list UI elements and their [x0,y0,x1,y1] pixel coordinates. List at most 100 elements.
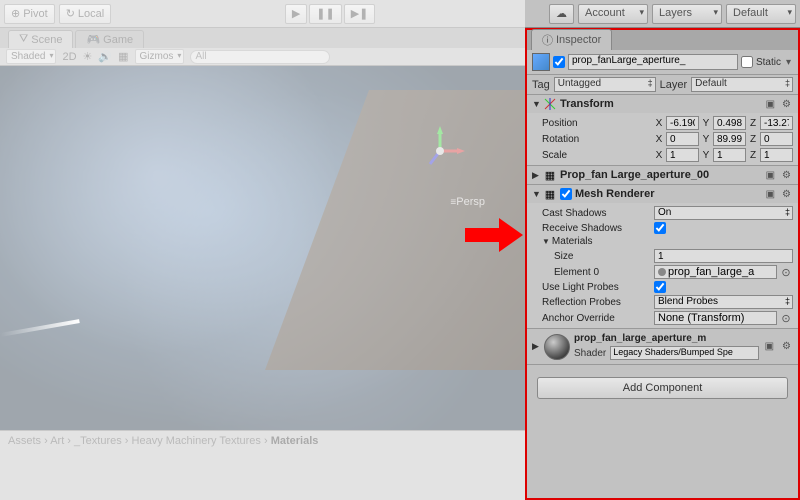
transform-title: Transform [560,98,761,110]
shader-dropdown[interactable]: Legacy Shaders/Bumped Spe [610,346,758,360]
material-sphere-icon [544,334,570,360]
tag-dropdown[interactable]: Untagged [554,77,656,92]
tab-inspector[interactable]: ⓘInspector [531,29,612,50]
audio-icon[interactable]: 🔊 [98,50,112,63]
gear-icon[interactable]: ⚙ [780,170,793,181]
gizmos-dropdown[interactable]: Gizmos [135,49,185,64]
mesh-renderer-component: ▼ ▦ Mesh Renderer ▣ ⚙ Cast Shadows On Re… [527,185,798,329]
inspector-panel: ⓘInspector prop_fanLarge_aperture_ Stati… [525,28,800,500]
transform-icon [543,97,557,111]
layer-dropdown[interactable]: Default [691,77,793,92]
mesh-renderer-title: Mesh Renderer [575,188,761,200]
active-checkbox[interactable] [553,56,565,68]
info-icon: ⓘ [542,32,553,48]
scene-icon: ⛛ [19,33,28,46]
play-controls: ▶ ❚❚ ▶❚ [285,4,376,24]
pivot-button[interactable]: ⊕Pivot [4,4,55,24]
position-y-field[interactable] [713,116,746,130]
rotation-x-field[interactable] [666,132,699,146]
cloud-button[interactable]: ☁ [549,4,574,24]
layout-dropdown[interactable]: Default [726,4,796,24]
rotation-z-field[interactable] [760,132,793,146]
tab-scene[interactable]: ⛛Scene [8,30,73,48]
scale-z-field[interactable] [760,148,793,162]
step-button[interactable]: ▶❚ [344,4,376,24]
help-icon[interactable]: ▣ [764,99,777,110]
gear-icon[interactable]: ⚙ [780,341,793,352]
materials-size-field[interactable] [654,249,793,263]
game-icon: 🎮 [86,33,100,46]
position-label: Position [532,118,652,129]
renderer-icon: ▦ [543,187,557,201]
element0-label: Element 0 [532,267,652,278]
local-button[interactable]: ↻Local [59,4,112,24]
position-z-field[interactable] [760,116,793,130]
pause-button[interactable]: ❚❚ [309,4,341,24]
reflection-probes-label: Reflection Probes [532,297,652,308]
material-preview-section: ▶ prop_fan_large_aperture_m Shader Legac… [527,329,798,365]
object-name-field[interactable]: prop_fanLarge_aperture_ [568,54,738,70]
gear-icon[interactable]: ⚙ [780,189,793,200]
gear-icon[interactable]: ⚙ [780,99,793,110]
light-probes-label: Use Light Probes [532,282,652,293]
persp-label: ≡Persp [450,196,485,208]
anchor-override-field[interactable]: None (Transform) [654,311,777,325]
mesh-filter-component: ▶ ▦ Prop_fan Large_aperture_00 ▣ ⚙ [527,166,798,185]
mode-2d-toggle[interactable]: 2D [62,51,76,63]
layers-dropdown[interactable]: Layers [652,4,722,24]
materials-size-label: Size [532,251,652,262]
light-icon[interactable]: ☀ [83,50,93,63]
static-label: Static [756,57,781,68]
help-icon[interactable]: ▣ [764,189,777,200]
reflection-probes-dropdown[interactable]: Blend Probes [654,295,793,309]
anchor-override-label: Anchor Override [532,313,652,324]
element0-field[interactable]: prop_fan_large_a [654,265,777,279]
receive-shadows-checkbox[interactable] [654,222,666,234]
rotation-label: Rotation [532,134,652,145]
rotation-y-field[interactable] [713,132,746,146]
gameobject-icon[interactable] [532,53,550,71]
play-button[interactable]: ▶ [285,4,307,24]
scene-column: ⛛Scene 🎮Game Shaded 2D ☀ 🔊 ▦ Gizmos ≡Per… [0,28,525,500]
material-icon [658,268,666,276]
mesh-filter-title: Prop_fan Large_aperture_00 [560,169,761,181]
light-probes-checkbox[interactable] [654,281,666,293]
scale-y-field[interactable] [713,148,746,162]
scene-viewport[interactable]: ≡Persp [0,66,525,430]
object-header: prop_fanLarge_aperture_ Static ▾ [527,50,798,75]
scale-x-field[interactable] [666,148,699,162]
foldout-icon[interactable]: ▼ [532,189,540,199]
shader-label: Shader [574,348,606,359]
object-selector-icon[interactable]: ⊙ [779,266,793,279]
project-panel: AssetsArt_TexturesHeavy Machinery Textur… [0,430,525,500]
cast-shadows-dropdown[interactable]: On [654,206,793,220]
renderer-enabled-checkbox[interactable] [560,188,572,200]
add-component-button[interactable]: Add Component [537,377,788,399]
top-toolbar: ⊕Pivot ↻Local ▶ ❚❚ ▶❚ ☁ Account Layers D… [0,0,800,28]
materials-foldout[interactable]: Materials [532,236,652,247]
mesh-icon: ▦ [543,168,557,182]
static-dropdown[interactable]: ▾ [784,57,793,68]
tab-game[interactable]: 🎮Game [75,30,144,48]
tag-label: Tag [532,79,550,91]
position-x-field[interactable] [666,116,699,130]
receive-shadows-label: Receive Shadows [532,223,652,234]
foldout-icon[interactable]: ▼ [532,99,540,109]
object-selector-icon[interactable]: ⊙ [779,312,793,325]
static-checkbox[interactable] [741,56,753,68]
cast-shadows-label: Cast Shadows [532,208,652,219]
foldout-icon[interactable]: ▶ [532,170,540,181]
orientation-gizmo[interactable] [415,126,465,176]
scale-label: Scale [532,150,652,161]
account-dropdown[interactable]: Account [578,4,648,24]
material-name: prop_fan_large_aperture_m [574,333,759,344]
foldout-icon[interactable]: ▶ [532,341,540,352]
help-icon[interactable]: ▣ [764,170,777,181]
help-icon[interactable]: ▣ [763,341,776,352]
fx-icon[interactable]: ▦ [118,50,128,63]
highlight-arrow [465,218,523,255]
shading-dropdown[interactable]: Shaded [6,49,56,64]
scene-search-input[interactable] [190,50,330,64]
breadcrumb[interactable]: AssetsArt_TexturesHeavy Machinery Textur… [0,431,525,451]
layer-label: Layer [660,79,688,91]
